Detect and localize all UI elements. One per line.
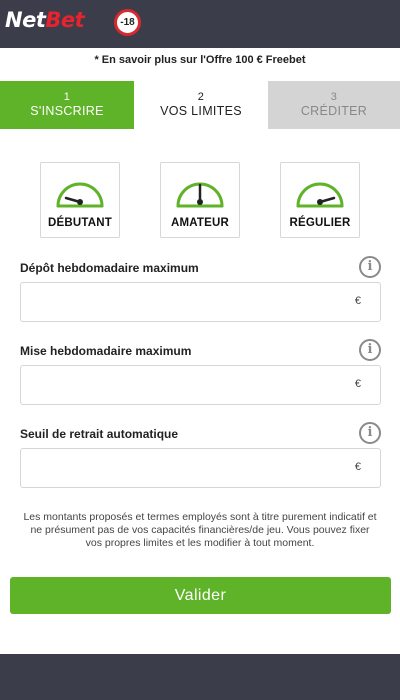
level-regular-button[interactable]: RÉGULIER (280, 162, 360, 238)
step-label: VOS LIMITES (160, 104, 242, 118)
gauge-high-icon (296, 182, 344, 208)
step-number: 3 (330, 91, 338, 103)
field-label: Seuil de retrait automatique (20, 427, 179, 441)
app-footer (0, 654, 400, 700)
currency-symbol: € (354, 461, 361, 473)
weekly-deposit-input[interactable] (21, 283, 321, 321)
step-label: CRÉDITER (300, 104, 368, 118)
logo-net: Net (5, 8, 46, 32)
field-label: Mise hebdomadaire maximum (20, 344, 192, 358)
disclaimer-text: Les montants proposés et termes employés… (23, 511, 377, 549)
weekly-deposit-input-box: € (20, 282, 381, 322)
offer-link[interactable]: * En savoir plus sur l'Offre 100 € Freeb… (0, 54, 400, 66)
weekly-stake-input[interactable] (21, 366, 321, 404)
step-credit[interactable]: 3 CRÉDITER (268, 81, 400, 129)
level-label: DÉBUTANT (48, 217, 112, 229)
step-limits[interactable]: 2 VOS LIMITES (134, 74, 268, 129)
step-signup[interactable]: 1 S'INSCRIRE (0, 81, 134, 129)
info-icon[interactable]: i (359, 422, 381, 444)
level-beginner-button[interactable]: DÉBUTANT (40, 162, 120, 238)
currency-symbol: € (354, 378, 361, 390)
currency-symbol: € (354, 295, 361, 307)
info-icon[interactable]: i (359, 256, 381, 278)
info-icon[interactable]: i (359, 339, 381, 361)
validate-button[interactable]: Valider (10, 577, 391, 614)
level-amateur-button[interactable]: AMATEUR (160, 162, 240, 238)
age-restriction-badge: -18 (114, 9, 141, 36)
auto-withdrawal-input-box: € (20, 448, 381, 488)
field-label: Dépôt hebdomadaire maximum (20, 261, 199, 275)
level-label: AMATEUR (170, 217, 230, 229)
gauge-mid-icon (176, 182, 224, 208)
registration-steps: 1 S'INSCRIRE 3 CRÉDITER 2 VOS LIMITES (0, 74, 400, 129)
registration-panel: * En savoir plus sur l'Offre 100 € Freeb… (0, 48, 400, 654)
logo-bet: Bet (45, 8, 85, 32)
step-number: 2 (197, 91, 205, 103)
weekly-stake-input-box: € (20, 365, 381, 405)
weekly-deposit-field: Dépôt hebdomadaire maximum i € (20, 256, 381, 322)
weekly-stake-field: Mise hebdomadaire maximum i € (20, 339, 381, 405)
level-presets: DÉBUTANT AMATEUR RÉGULIER (0, 162, 400, 240)
gauge-low-icon (56, 182, 104, 208)
auto-withdrawal-field: Seuil de retrait automatique i € (20, 422, 381, 488)
auto-withdrawal-input[interactable] (21, 449, 321, 487)
step-number: 1 (63, 91, 71, 103)
level-label: RÉGULIER (289, 217, 351, 229)
app-header: NetBet -18 (0, 0, 400, 48)
netbet-logo[interactable]: NetBet (5, 8, 85, 32)
step-label: S'INSCRIRE (30, 104, 104, 118)
